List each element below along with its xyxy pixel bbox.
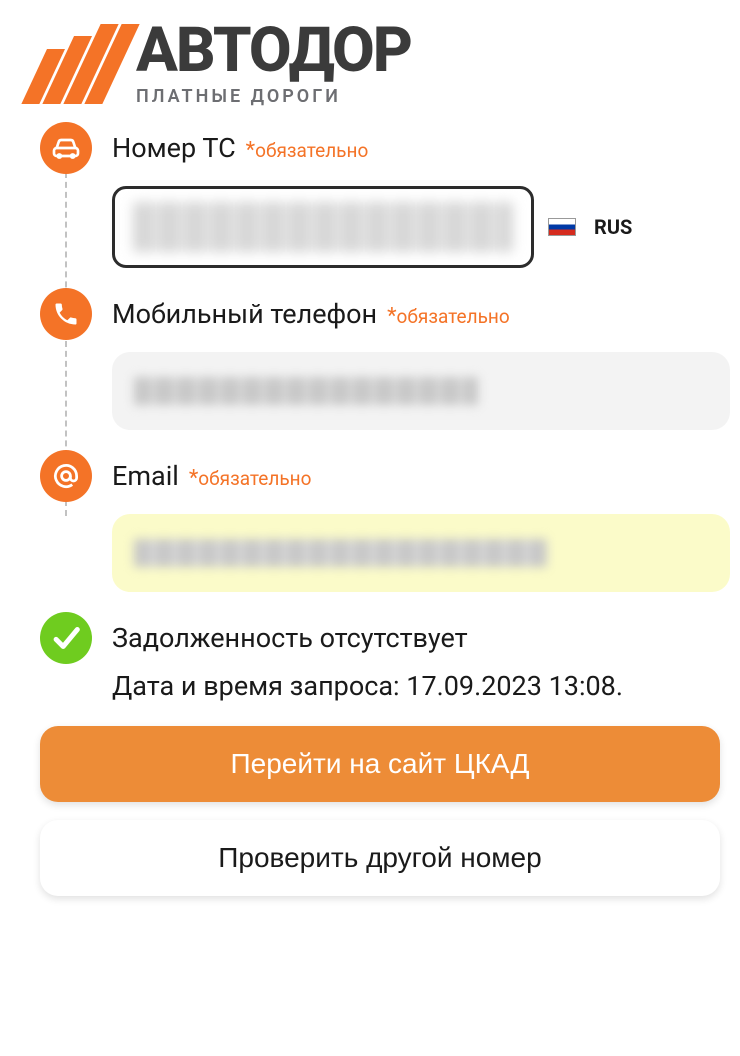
phone-input[interactable] [112,352,730,430]
logo-subtext: ПЛАТНЫЕ ДОРОГИ [136,86,411,107]
phone-label: Мобильный телефон [112,298,377,330]
logo-stripes-icon [21,24,139,104]
russia-flag-icon [548,218,576,236]
vehicle-number-value-redacted [133,202,513,252]
country-code: RUS [594,215,632,239]
checkmark-icon [40,612,92,664]
go-to-ckad-button[interactable]: Перейти на сайт ЦКАД [40,726,720,802]
phone-required: обязательно [387,305,510,328]
car-icon [40,122,92,174]
at-sign-icon [40,450,92,502]
logo: АВТОДОР ПЛАТНЫЕ ДОРОГИ [40,20,720,107]
phone-value-redacted [134,377,478,405]
vehicle-required: обязательно [246,139,369,162]
step-email: Email обязательно [40,450,720,592]
vehicle-number-input[interactable] [112,186,534,268]
request-timestamp: Дата и время запроса: 17.09.2023 13:08. [112,670,720,702]
logo-text: АВТОДОР [136,20,411,82]
step-result: Задолженность отсутствует Дата и время з… [40,612,720,702]
email-label: Email [112,460,179,492]
phone-icon [40,288,92,340]
step-vehicle-number: Номер ТС обязательно RUS [40,122,720,268]
email-value-redacted [134,539,547,567]
email-required: обязательно [189,467,312,490]
email-input[interactable] [112,514,730,592]
check-another-number-button[interactable]: Проверить другой номер [40,820,720,896]
step-phone: Мобильный телефон обязательно [40,288,720,430]
vehicle-label: Номер ТС [112,132,236,164]
status-text: Задолженность отсутствует [112,618,468,659]
